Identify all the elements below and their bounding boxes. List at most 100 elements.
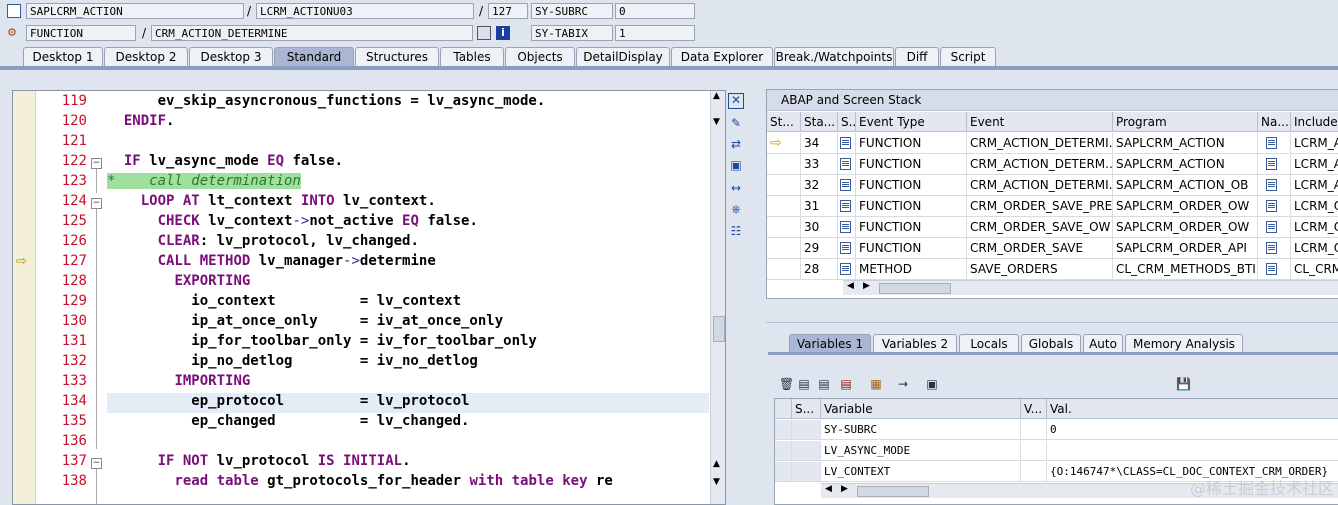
code-line[interactable]: IF NOT lv_protocol IS INITIAL. xyxy=(107,453,411,469)
code-line[interactable]: ev_skip_asyncronous_functions = lv_async… xyxy=(107,93,546,109)
line-field[interactable]: 127 xyxy=(488,3,528,19)
stack-column-header[interactable]: St... xyxy=(767,112,801,132)
stack-navigate-cell[interactable] xyxy=(1258,259,1291,280)
variable-value[interactable] xyxy=(1047,441,1338,461)
fold-toggle-icon[interactable]: − xyxy=(91,158,102,169)
source-icon[interactable] xyxy=(477,26,491,40)
navigate-icon[interactable] xyxy=(1266,200,1277,212)
source-code-editor[interactable]: 119 ev_skip_asyncronous_functions = lv_a… xyxy=(12,90,726,505)
stack-navigate-cell[interactable] xyxy=(1258,196,1291,217)
code-line[interactable]: ep_changed = lv_changed. xyxy=(107,413,469,429)
fold-toggle-icon[interactable]: − xyxy=(91,458,102,469)
save-icon[interactable]: 💾 xyxy=(1176,377,1191,391)
variable-name-input[interactable]: LV_CONTEXT xyxy=(821,462,1021,482)
variable-name-input[interactable]: LV_ASYNC_MODE xyxy=(821,441,1021,461)
stack-navigate-cell[interactable] xyxy=(1258,217,1291,238)
tab-standard[interactable]: Standard xyxy=(274,47,354,66)
code-line[interactable]: read table gt_protocols_for_header with … xyxy=(107,473,612,489)
code-line[interactable]: EXPORTING xyxy=(107,273,250,289)
stack-column-header[interactable]: S... xyxy=(838,112,856,132)
variable-column-header[interactable] xyxy=(775,399,792,419)
code-line[interactable]: io_context = lv_context xyxy=(107,293,461,309)
tab-desktop-3[interactable]: Desktop 3 xyxy=(189,47,273,66)
delete-icon[interactable]: 🗑 xyxy=(779,377,794,391)
swap-icon[interactable]: ⇄ xyxy=(728,136,744,152)
navigate-icon[interactable] xyxy=(1266,263,1277,275)
stack-row[interactable]: 31 FUNCTION CRM_ORDER_SAVE_PRE... SAPLCRM_O… xyxy=(767,196,1338,217)
editor-vertical-scrollbar[interactable]: ▲ ▼ ▲ ▼ xyxy=(710,91,725,504)
new-tool-icon[interactable]: ✎ xyxy=(728,115,744,131)
stack-row[interactable]: 33 FUNCTION CRM_ACTION_DETERM... SAPLCRM_AC… xyxy=(767,154,1338,175)
close-icon[interactable]: ✕ xyxy=(728,93,744,109)
stack-navigate-cell[interactable] xyxy=(1258,175,1291,196)
row-selector[interactable] xyxy=(775,420,792,440)
navigate-icon[interactable] xyxy=(1266,242,1277,254)
info-icon[interactable]: i xyxy=(496,26,510,40)
variable-view-cell[interactable] xyxy=(1021,462,1047,482)
code-line[interactable]: ip_at_once_only = iv_at_once_only xyxy=(107,313,503,329)
tab-structures[interactable]: Structures xyxy=(355,47,439,66)
sy-subrc-value[interactable]: 0 xyxy=(615,3,695,19)
variable-view-cell[interactable] xyxy=(1021,441,1047,461)
code-line[interactable]: * call determination xyxy=(107,173,301,189)
variable-column-header[interactable]: Variable xyxy=(821,399,1021,419)
insert-icon[interactable]: ▤ xyxy=(797,377,811,391)
stack-row[interactable]: 30 FUNCTION CRM_ORDER_SAVE_OW SAPLCRM_ORDER… xyxy=(767,217,1338,238)
code-line[interactable]: CALL METHOD lv_manager->determine xyxy=(107,253,436,269)
variable-column-header[interactable]: S... xyxy=(792,399,821,419)
move-icon[interactable]: → xyxy=(896,377,910,391)
program-field[interactable]: SAPLCRM_ACTION xyxy=(26,3,244,19)
tab-script[interactable]: Script xyxy=(940,47,996,66)
stack-navigate-cell[interactable] xyxy=(1258,154,1291,175)
tab-tables[interactable]: Tables xyxy=(440,47,504,66)
code-line[interactable]: ENDIF. xyxy=(107,113,175,129)
watch-icon[interactable]: ▣ xyxy=(925,377,939,391)
copy-icon[interactable]: ▤ xyxy=(817,377,831,391)
variable-value[interactable]: 0 xyxy=(1047,420,1338,440)
stack-column-header[interactable]: Sta... xyxy=(801,112,838,132)
var-tab-variables-2[interactable]: Variables 2 xyxy=(873,334,957,353)
var-tab-variables-1[interactable]: Variables 1 xyxy=(789,334,871,353)
stack-row[interactable]: 28 METHODSAVE_ORDERSCL_CRM_METHODS_BTIL..… xyxy=(767,259,1338,280)
navigate-icon[interactable] xyxy=(1266,137,1277,149)
variable-name-input[interactable]: SY-SUBRC xyxy=(821,420,1021,440)
tab-objects[interactable]: Objects xyxy=(505,47,575,66)
variable-view-cell[interactable] xyxy=(1021,420,1047,440)
var-tab-locals[interactable]: Locals xyxy=(959,334,1019,353)
tab-break-watchpoints[interactable]: Break./Watchpoints xyxy=(774,47,894,66)
type-field[interactable]: FUNCTION xyxy=(26,25,136,41)
code-line[interactable]: CHECK lv_context->not_active EQ false. xyxy=(107,213,478,229)
navigate-icon[interactable] xyxy=(1266,179,1277,191)
breakpoint-gutter[interactable] xyxy=(13,91,36,504)
code-line[interactable]: CLEAR: lv_protocol, lv_changed. xyxy=(107,233,419,249)
stack-row[interactable]: 29 FUNCTION CRM_ORDER_SAVE SAPLCRM_ORDER_AP… xyxy=(767,238,1338,259)
var-tab-auto[interactable]: Auto xyxy=(1083,334,1123,353)
stack-navigate-cell[interactable] xyxy=(1258,133,1291,154)
export-icon[interactable]: ▤ xyxy=(839,377,853,391)
var-tab-memory-analysis[interactable]: Memory Analysis xyxy=(1125,334,1243,353)
sy-tabix-value[interactable]: 1 xyxy=(615,25,695,41)
stack-column-header[interactable]: Na... xyxy=(1258,112,1291,132)
stack-column-header[interactable]: Event xyxy=(967,112,1113,132)
row-selector[interactable] xyxy=(775,462,792,482)
variable-column-header[interactable]: V... xyxy=(1021,399,1047,419)
var-tab-globals[interactable]: Globals xyxy=(1021,334,1081,353)
editor-scroll-thumb[interactable] xyxy=(713,316,725,342)
fold-toggle-icon[interactable]: − xyxy=(91,198,102,209)
code-line[interactable]: LOOP AT lt_context INTO lv_context. xyxy=(107,193,436,209)
code-line[interactable]: IMPORTING xyxy=(107,373,250,389)
include-field[interactable]: LCRM_ACTIONU03 xyxy=(256,3,474,19)
name-field[interactable]: CRM_ACTION_DETERMINE xyxy=(151,25,473,41)
stack-column-header[interactable]: Program xyxy=(1113,112,1258,132)
tab-desktop-1[interactable]: Desktop 1 xyxy=(23,47,103,66)
settings-icon[interactable]: ☷ xyxy=(728,223,744,239)
code-line[interactable]: ip_no_detlog = iv_no_detlog xyxy=(107,353,478,369)
tab-data-explorer[interactable]: Data Explorer xyxy=(671,47,773,66)
navigate-icon[interactable] xyxy=(1266,221,1277,233)
tab-detaildisplay[interactable]: DetailDisplay xyxy=(576,47,670,66)
tab-diff[interactable]: Diff xyxy=(895,47,939,66)
stack-column-header[interactable]: Event Type xyxy=(856,112,967,132)
stack-column-header[interactable]: Include xyxy=(1291,112,1338,132)
code-line[interactable]: IF lv_async_mode EQ false. xyxy=(107,153,343,169)
maximize-icon[interactable]: ▣ xyxy=(728,157,744,173)
